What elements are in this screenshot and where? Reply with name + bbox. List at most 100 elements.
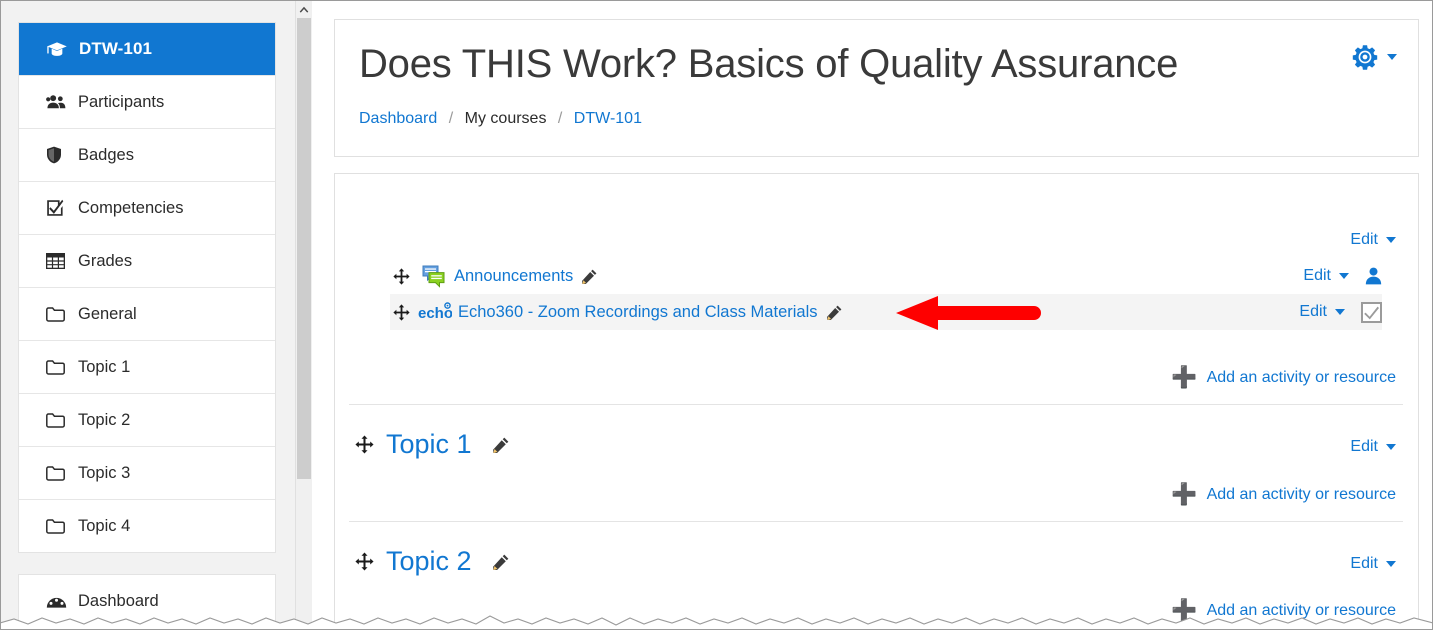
scroll-up-arrow-icon[interactable] (296, 1, 312, 18)
activity-edit-label: Edit (1303, 267, 1331, 284)
sidebar-item-label: Topic 2 (78, 410, 131, 429)
topic-2-edit-menu[interactable]: Edit (1350, 555, 1396, 573)
activity-actions-echo360: Edit (1299, 301, 1382, 323)
sidebar-item-general[interactable]: General (19, 287, 275, 340)
user-icon[interactable] (1365, 267, 1382, 285)
activity-edit-menu[interactable]: Edit (1303, 267, 1349, 285)
topic-title-2[interactable]: Topic 2 (386, 546, 472, 577)
chevron-down-icon[interactable] (1335, 309, 1345, 315)
move-handle-icon[interactable] (390, 303, 412, 321)
gear-icon[interactable] (1352, 44, 1378, 70)
sidebar-item-badges[interactable]: Badges (19, 128, 275, 181)
topic-edit-label: Edit (1350, 555, 1378, 572)
table-grid-icon (46, 253, 72, 269)
breadcrumb-separator: / (448, 110, 454, 127)
course-header-card: Does THIS Work? Basics of Quality Assura… (334, 19, 1419, 157)
sidebar-course-badge[interactable]: DTW-101 (19, 23, 275, 75)
sidebar-item-label: Participants (78, 92, 165, 111)
scrollbar-thumb[interactable] (297, 18, 311, 479)
check-square-icon (46, 199, 72, 217)
plus-icon: ➕ (1171, 366, 1198, 389)
move-handle-icon[interactable] (390, 267, 412, 285)
sidebar-item-grades[interactable]: Grades (19, 234, 275, 287)
add-activity-link-general[interactable]: ➕ Add an activity or resource (1171, 367, 1396, 388)
add-activity-label: Add an activity or resource (1206, 601, 1396, 619)
move-handle-icon[interactable] (355, 552, 374, 571)
browser-viewport: DTW-101 Participants Badges Competencies… (0, 0, 1433, 630)
sidebar-item-topic-4[interactable]: Topic 4 (19, 499, 275, 552)
sidebar-item-label: Competencies (78, 198, 184, 217)
page-title: Does THIS Work? Basics of Quality Assura… (359, 42, 1179, 86)
sidebar-item-topic-3[interactable]: Topic 3 (19, 446, 275, 499)
topic-header-1: Topic 1 (355, 429, 509, 460)
plus-icon: ➕ (1171, 483, 1198, 506)
sidebar-item-label: Topic 1 (78, 357, 131, 376)
echo360-logo-icon: echo (418, 301, 452, 323)
breadcrumb: Dashboard / My courses / DTW-101 (359, 110, 642, 128)
topic-title-1[interactable]: Topic 1 (386, 429, 472, 460)
sidebar-item-label: Grades (78, 251, 133, 270)
topic-1-edit-menu[interactable]: Edit (1350, 438, 1396, 456)
sidebar-item-label: Dashboard (78, 592, 159, 610)
folder-icon (46, 306, 72, 322)
site-nav-block: Dashboard (18, 574, 276, 629)
breadcrumb-item-dashboard[interactable]: Dashboard (359, 110, 437, 127)
general-section-edit-label: Edit (1350, 231, 1378, 248)
topic-edit-label: Edit (1350, 438, 1378, 455)
folder-icon (46, 359, 72, 375)
pencil-edit-icon[interactable] (582, 269, 597, 284)
forum-icon (418, 265, 448, 288)
section-divider (349, 404, 1403, 405)
pencil-edit-icon[interactable] (492, 554, 509, 570)
sidebar-item-label: Topic 4 (78, 516, 131, 535)
users-icon (46, 94, 72, 110)
sidebar-course-label: DTW-101 (79, 39, 153, 58)
chevron-down-icon[interactable] (1386, 237, 1396, 243)
course-settings-menu[interactable] (1352, 44, 1397, 70)
sidebar-item-topic-2[interactable]: Topic 2 (19, 393, 275, 446)
activity-row-echo360[interactable]: echo Echo360 - Zoom Recordings and Class… (390, 294, 1382, 330)
general-section-edit-menu[interactable]: Edit (1350, 231, 1396, 249)
activity-edit-menu[interactable]: Edit (1299, 303, 1345, 321)
checkbox-checked-icon[interactable] (1361, 301, 1382, 323)
chevron-down-icon[interactable] (1386, 444, 1396, 450)
course-navigation-drawer: DTW-101 Participants Badges Competencies… (1, 1, 295, 629)
pencil-edit-icon[interactable] (492, 437, 509, 453)
pencil-edit-icon[interactable] (826, 305, 842, 320)
course-nav-block: DTW-101 Participants Badges Competencies… (18, 22, 276, 553)
move-handle-icon[interactable] (355, 435, 374, 454)
dashboard-icon (46, 594, 72, 609)
topic-header-2: Topic 2 (355, 546, 509, 577)
sidebar-item-dashboard[interactable]: Dashboard (19, 575, 275, 628)
add-activity-label: Add an activity or resource (1206, 485, 1396, 503)
add-activity-link-topic-1[interactable]: ➕ Add an activity or resource (1171, 484, 1396, 505)
plus-icon: ➕ (1171, 599, 1198, 622)
folder-icon (46, 465, 72, 481)
add-activity-label: Add an activity or resource (1206, 368, 1396, 386)
chevron-down-icon[interactable] (1339, 273, 1349, 279)
breadcrumb-separator: / (557, 110, 563, 127)
chevron-down-icon[interactable] (1387, 54, 1397, 60)
activity-row-announcements[interactable]: Announcements Edit (390, 258, 1382, 294)
folder-icon (46, 412, 72, 428)
graduation-cap-icon (46, 41, 68, 57)
course-sections-card: Edit Announcements Edit echo Echo360 - Z… (334, 173, 1419, 629)
folder-icon (46, 518, 72, 534)
sidebar-item-label: General (78, 304, 137, 323)
sidebar-item-label: Badges (78, 145, 134, 164)
main-content-area: Does THIS Work? Basics of Quality Assura… (313, 1, 1432, 629)
sidebar-item-label: Topic 3 (78, 463, 131, 482)
activity-actions-announcements: Edit (1303, 267, 1382, 285)
breadcrumb-item-course[interactable]: DTW-101 (574, 110, 642, 127)
breadcrumb-item-my-courses[interactable]: My courses (465, 110, 547, 127)
chevron-down-icon[interactable] (1386, 561, 1396, 567)
activity-edit-label: Edit (1299, 303, 1327, 320)
drawer-scrollbar[interactable] (295, 1, 312, 629)
shield-icon (46, 146, 72, 164)
sidebar-item-topic-1[interactable]: Topic 1 (19, 340, 275, 393)
add-activity-link-topic-2[interactable]: ➕ Add an activity or resource (1171, 600, 1396, 621)
activity-link-echo360[interactable]: Echo360 - Zoom Recordings and Class Mate… (458, 303, 818, 322)
activity-link-announcements[interactable]: Announcements (454, 267, 573, 286)
sidebar-item-participants[interactable]: Participants (19, 75, 275, 128)
sidebar-item-competencies[interactable]: Competencies (19, 181, 275, 234)
